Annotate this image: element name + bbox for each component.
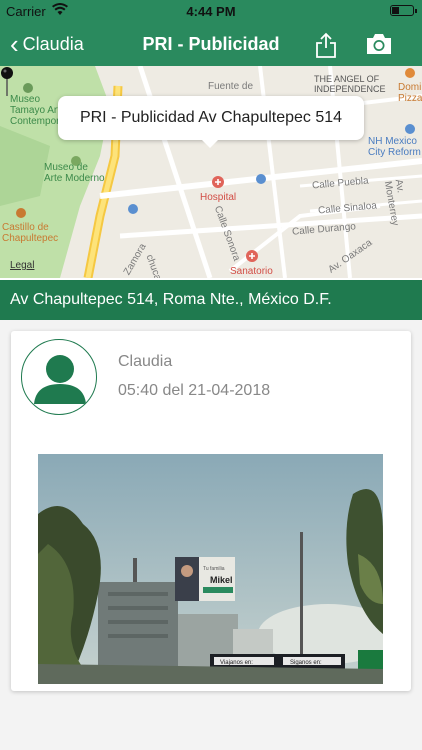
- photo-image: Tu familia Mikel Viajanos en: Siganos en…: [38, 454, 383, 684]
- map-label-nh: NH Mexico City Reform: [368, 136, 421, 158]
- navigation-bar: ‹ Claudia PRI - Publicidad: [0, 22, 422, 66]
- map-legal-link[interactable]: Legal: [10, 260, 34, 271]
- content-area: Claudia 05:40 del 21-04-2018 Tu familia …: [0, 320, 422, 750]
- back-label: Claudia: [22, 33, 84, 54]
- billboard-text-2: Mikel: [210, 575, 233, 585]
- map-label-fuente: Fuente de: [208, 81, 254, 92]
- avatar: [21, 339, 97, 415]
- battery-icon: [390, 5, 417, 16]
- post-user-name: Claudia: [118, 353, 173, 370]
- map-label-angel: THE ANGEL OF INDEPENDENCE: [314, 74, 386, 94]
- clock: 4:44 PM: [186, 4, 236, 19]
- map-label-castillo: Castillo de Chapultepec: [2, 222, 59, 244]
- post-card[interactable]: Claudia 05:40 del 21-04-2018 Tu familia …: [11, 331, 411, 691]
- back-button[interactable]: ‹ Claudia: [10, 22, 84, 66]
- map-label-domino: Domino Pizza: [398, 82, 422, 104]
- address-label: Av Chapultepec 514, Roma Nte., México D.…: [10, 291, 332, 308]
- map-callout[interactable]: PRI - Publicidad Av Chapultepec 514: [58, 96, 364, 148]
- location-map[interactable]: Museo Tamayo Arte Contemporáneo Museo de…: [0, 66, 422, 278]
- user-icon: [34, 355, 86, 404]
- status-bar: Carrier 4:44 PM: [0, 0, 422, 22]
- map-label-hospital: Hospital: [200, 192, 237, 203]
- address-bar: Av Chapultepec 514, Roma Nte., México D.…: [0, 280, 422, 320]
- map-label-sanatorio: Sanatorio: [230, 266, 273, 277]
- map-callout-label: PRI - Publicidad Av Chapultepec 514: [79, 109, 343, 126]
- billboard-text-1: Tu familia: [203, 566, 225, 572]
- camera-icon[interactable]: [365, 32, 393, 56]
- share-icon[interactable]: [314, 32, 338, 58]
- post-photo[interactable]: Tu familia Mikel Viajanos en: Siganos en…: [38, 454, 383, 684]
- map-pin-icon[interactable]: [0, 66, 14, 98]
- post-timestamp: 05:40 del 21-04-2018: [118, 382, 271, 399]
- chevron-left-icon: ‹: [10, 29, 19, 59]
- sign-left-text: Viajanos en:: [220, 660, 253, 666]
- map-label-museo-arte: Museo de Arte Moderno: [44, 162, 105, 184]
- sign-right-text: Siganos en:: [290, 660, 322, 666]
